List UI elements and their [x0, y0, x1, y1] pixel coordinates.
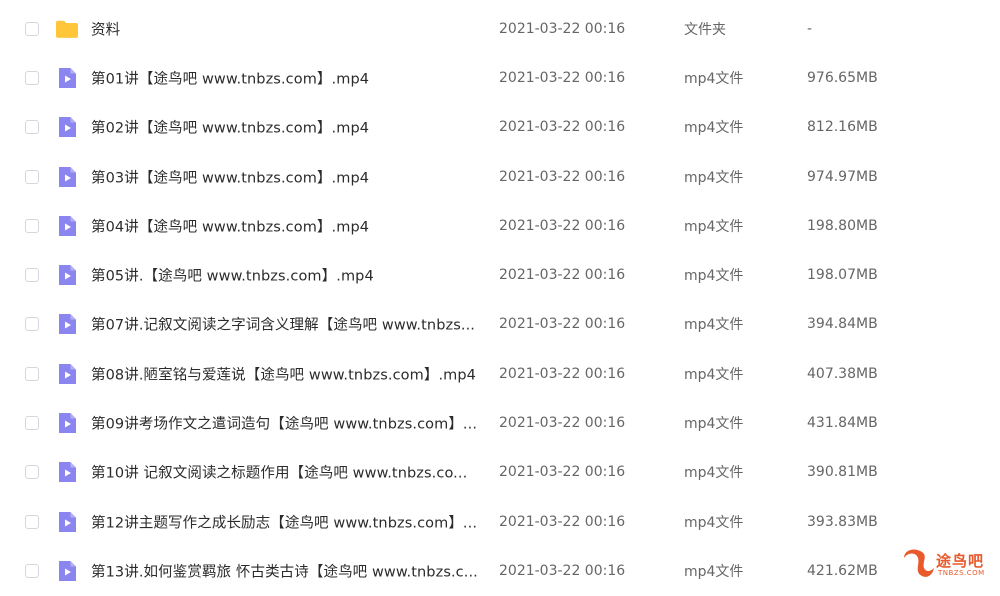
file-size: 812.16MB — [807, 119, 878, 136]
file-date: 2021-03-22 00:16 — [499, 464, 626, 481]
file-name[interactable]: 第01讲【途鸟吧 www.tnbzs.com】.mp4 — [91, 67, 486, 88]
file-type: mp4文件 — [684, 70, 744, 87]
file-size: 407.38MB — [807, 365, 878, 382]
file-type: mp4文件 — [684, 317, 744, 334]
file-date: 2021-03-22 00:16 — [499, 119, 626, 136]
file-name[interactable]: 第05讲.【途鸟吧 www.tnbzs.com】.mp4 — [91, 265, 486, 286]
file-date: 2021-03-22 00:16 — [499, 365, 626, 382]
video-file-icon — [55, 312, 79, 336]
file-size: 394.84MB — [807, 316, 878, 333]
file-size: 390.81MB — [807, 464, 878, 481]
file-type: 文件夹 — [684, 21, 726, 38]
file-date: 2021-03-22 00:16 — [499, 415, 626, 432]
file-name[interactable]: 第12讲主题写作之成长励志【途鸟吧 www.tnbzs.com】... — [91, 511, 486, 532]
file-size: 198.80MB — [807, 217, 878, 234]
file-name[interactable]: 第04讲【途鸟吧 www.tnbzs.com】.mp4 — [91, 215, 486, 236]
file-type: mp4文件 — [684, 120, 744, 137]
file-type: mp4文件 — [684, 563, 744, 580]
watermark-subtext: TNBZS.COM — [938, 569, 985, 577]
file-name[interactable]: 第09讲考场作文之遣词造句【途鸟吧 www.tnbzs.com】... — [91, 413, 486, 434]
watermark-text: 途鸟吧 — [936, 552, 985, 570]
file-row[interactable]: 资料 2021-03-22 00:16 文件夹 - — [0, 4, 1000, 53]
file-row[interactable]: 第05讲.【途鸟吧 www.tnbzs.com】.mp4 2021-03-22 … — [0, 250, 1000, 299]
file-type: mp4文件 — [684, 416, 744, 433]
file-date: 2021-03-22 00:16 — [499, 513, 626, 530]
video-file-icon — [55, 559, 79, 583]
file-row[interactable]: 第03讲【途鸟吧 www.tnbzs.com】.mp4 2021-03-22 0… — [0, 152, 1000, 201]
file-size: - — [807, 20, 813, 37]
file-row[interactable]: 第12讲主题写作之成长励志【途鸟吧 www.tnbzs.com】... 2021… — [0, 497, 1000, 546]
file-row[interactable]: 第02讲【途鸟吧 www.tnbzs.com】.mp4 2021-03-22 0… — [0, 103, 1000, 152]
row-checkbox[interactable] — [25, 563, 39, 578]
video-file-icon — [55, 165, 79, 189]
video-file-icon — [55, 411, 79, 435]
video-file-icon — [55, 362, 79, 386]
file-name[interactable]: 第03讲【途鸟吧 www.tnbzs.com】.mp4 — [91, 166, 486, 187]
file-type: mp4文件 — [684, 465, 744, 482]
file-date: 2021-03-22 00:16 — [499, 168, 626, 185]
file-name[interactable]: 第13讲.如何鉴赏羁旅 怀古类古诗【途鸟吧 www.tnbzs.c... — [91, 560, 486, 581]
file-size: 976.65MB — [807, 69, 878, 86]
row-checkbox[interactable] — [25, 317, 39, 332]
video-file-icon — [55, 66, 79, 90]
video-file-icon — [55, 214, 79, 238]
file-row[interactable]: 第10讲 记叙文阅读之标题作用【途鸟吧 www.tnbzs.co... 2021… — [0, 448, 1000, 497]
row-checkbox[interactable] — [25, 416, 39, 431]
row-checkbox[interactable] — [25, 514, 39, 529]
watermark-logo: 途鸟吧 TNBZS.COM — [900, 548, 992, 584]
file-name[interactable]: 第10讲 记叙文阅读之标题作用【途鸟吧 www.tnbzs.co... — [91, 462, 486, 483]
file-row[interactable]: 第13讲.如何鉴赏羁旅 怀古类古诗【途鸟吧 www.tnbzs.c... 202… — [0, 546, 1000, 595]
file-size: 393.83MB — [807, 513, 878, 530]
file-type: mp4文件 — [684, 268, 744, 285]
row-checkbox[interactable] — [25, 218, 39, 233]
row-checkbox[interactable] — [25, 120, 39, 135]
file-date: 2021-03-22 00:16 — [499, 267, 626, 284]
file-type: mp4文件 — [684, 366, 744, 383]
video-file-icon — [55, 263, 79, 287]
row-checkbox[interactable] — [25, 465, 39, 480]
row-checkbox[interactable] — [25, 70, 39, 85]
file-row[interactable]: 第04讲【途鸟吧 www.tnbzs.com】.mp4 2021-03-22 0… — [0, 201, 1000, 250]
file-type: mp4文件 — [684, 514, 744, 531]
file-list: 资料 2021-03-22 00:16 文件夹 - 第01讲【途鸟吧 www.t… — [0, 4, 1000, 596]
file-name[interactable]: 资料 — [91, 18, 486, 39]
file-name[interactable]: 第07讲.记叙文阅读之字词含义理解【途鸟吧 www.tnbzs... — [91, 314, 486, 335]
file-date: 2021-03-22 00:16 — [499, 562, 626, 579]
file-name[interactable]: 第02讲【途鸟吧 www.tnbzs.com】.mp4 — [91, 117, 486, 138]
row-checkbox[interactable] — [25, 21, 39, 36]
file-row[interactable]: 第07讲.记叙文阅读之字词含义理解【途鸟吧 www.tnbzs... 2021-… — [0, 300, 1000, 349]
video-file-icon — [55, 115, 79, 139]
file-row[interactable]: 第08讲.陋室铭与爱莲说【途鸟吧 www.tnbzs.com】.mp4 2021… — [0, 349, 1000, 398]
file-name[interactable]: 第08讲.陋室铭与爱莲说【途鸟吧 www.tnbzs.com】.mp4 — [91, 363, 486, 384]
video-file-icon — [55, 510, 79, 534]
file-type: mp4文件 — [684, 169, 744, 186]
file-date: 2021-03-22 00:16 — [499, 20, 626, 37]
row-checkbox[interactable] — [25, 169, 39, 184]
video-file-icon — [55, 460, 79, 484]
file-row[interactable]: 第09讲考场作文之遣词造句【途鸟吧 www.tnbzs.com】... 2021… — [0, 398, 1000, 447]
folder-icon — [55, 17, 79, 41]
file-date: 2021-03-22 00:16 — [499, 217, 626, 234]
file-size: 974.97MB — [807, 168, 878, 185]
row-checkbox[interactable] — [25, 268, 39, 283]
row-checkbox[interactable] — [25, 366, 39, 381]
file-type: mp4文件 — [684, 218, 744, 235]
file-date: 2021-03-22 00:16 — [499, 69, 626, 86]
file-size: 421.62MB — [807, 562, 878, 579]
file-row[interactable]: 第01讲【途鸟吧 www.tnbzs.com】.mp4 2021-03-22 0… — [0, 53, 1000, 102]
file-size: 198.07MB — [807, 267, 878, 284]
file-size: 431.84MB — [807, 415, 878, 432]
bird-logo-icon — [904, 549, 934, 577]
file-date: 2021-03-22 00:16 — [499, 316, 626, 333]
